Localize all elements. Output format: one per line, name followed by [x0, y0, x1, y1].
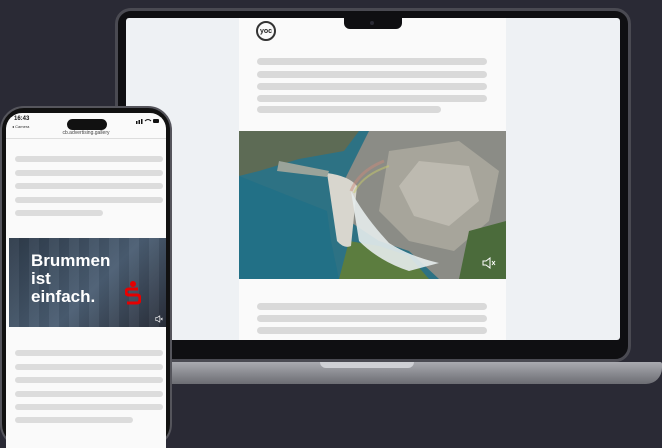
ad-line-1: Brummen — [31, 251, 111, 270]
camera-dot — [370, 21, 374, 25]
status-time: 16:43 — [14, 116, 30, 122]
placeholder-line — [257, 71, 487, 78]
laptop-screen: yoc — [126, 18, 620, 340]
url-bar[interactable]: cb.advertising.gallery — [6, 130, 166, 136]
dam-video-frame — [239, 131, 506, 279]
placeholder-line — [257, 106, 441, 113]
base-groove — [320, 362, 414, 368]
mute-speaker-icon[interactable] — [155, 315, 163, 323]
placeholder-line — [15, 391, 163, 397]
logo-text: yoc — [259, 27, 273, 35]
placeholder-line — [15, 350, 163, 356]
status-icons — [136, 119, 159, 124]
video-ad[interactable] — [239, 131, 506, 279]
placeholder-line — [15, 377, 163, 383]
sparkasse-logo-icon — [125, 281, 141, 305]
placeholder-line — [15, 156, 163, 162]
phone-screen: 16:43 ◂ Camera cb.advertising.gallery Br… — [6, 113, 166, 448]
ad-line-3: einfach. — [31, 287, 96, 306]
placeholder-line — [15, 404, 163, 410]
ad-headline: Brummen ist einfach. — [31, 252, 110, 306]
placeholder-line — [257, 83, 487, 90]
placeholder-line — [15, 170, 163, 176]
banner-ad[interactable]: Brummen ist einfach. — [9, 238, 166, 327]
placeholder-line — [257, 95, 487, 102]
placeholder-line — [15, 183, 163, 189]
placeholder-line — [15, 364, 163, 370]
yoc-logo[interactable]: yoc — [256, 21, 276, 41]
ad-line-2: ist — [31, 269, 51, 288]
placeholder-line — [257, 327, 487, 334]
article-page: yoc — [239, 18, 506, 340]
mute-speaker-icon[interactable] — [482, 257, 496, 269]
placeholder-line — [257, 303, 487, 310]
camera-notch — [344, 18, 402, 29]
placeholder-line — [15, 197, 163, 203]
placeholder-line — [15, 417, 133, 423]
dynamic-island — [67, 119, 107, 130]
placeholder-line — [257, 315, 487, 322]
placeholder-line — [15, 210, 103, 216]
placeholder-line — [257, 58, 487, 65]
back-link[interactable]: ◂ Camera — [12, 124, 29, 129]
divider — [6, 138, 166, 139]
